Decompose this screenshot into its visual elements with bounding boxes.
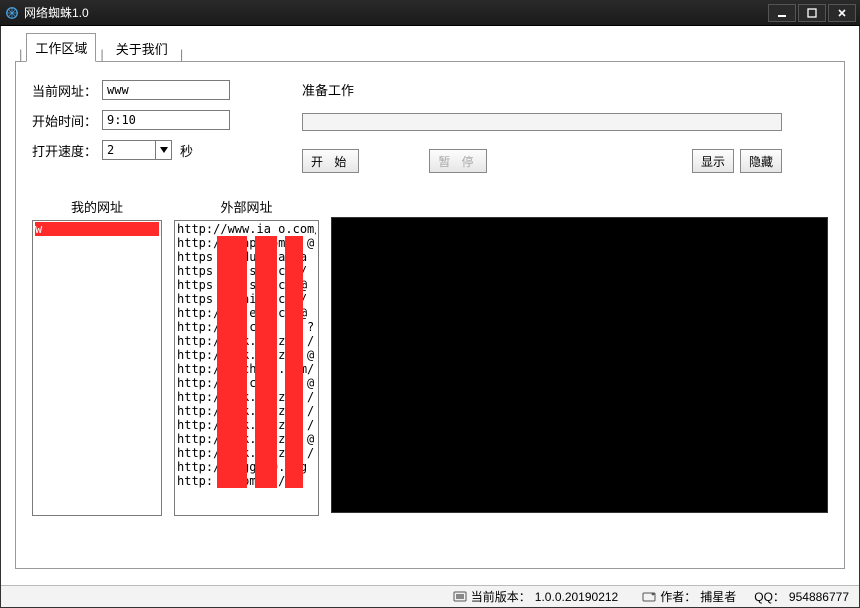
current-url-input[interactable] bbox=[102, 80, 230, 100]
list-item[interactable]: http://www.ia o.com/k bbox=[177, 222, 316, 236]
pause-button[interactable]: 暂 停 bbox=[429, 149, 486, 173]
lower-panel: 我的网址 w 外部网址 http://www.ia o.com/khttp:/ … bbox=[32, 197, 828, 516]
qq-label: QQ： bbox=[754, 588, 785, 605]
start-button[interactable]: 开 始 bbox=[302, 149, 359, 173]
tab-strip: | 工作区域 | 关于我们 | bbox=[15, 38, 845, 62]
show-button[interactable]: 显示 bbox=[692, 149, 734, 173]
author-label: 作者： bbox=[660, 588, 696, 605]
external-urls-listbox[interactable]: http://www.ia o.com/khttp:/ .iapo pm/l @… bbox=[174, 220, 319, 516]
chevron-down-icon[interactable] bbox=[155, 141, 171, 159]
author-value: 捕星者 bbox=[700, 588, 736, 605]
tab-about-us[interactable]: 关于我们 bbox=[108, 35, 176, 62]
control-buttons: 开 始 暂 停 显示 隐藏 bbox=[302, 149, 782, 173]
hide-button[interactable]: 隐藏 bbox=[740, 149, 782, 173]
upper-panel: 当前网址： 开始时间： 打开速度： 秒 bbox=[32, 80, 828, 173]
prep-panel: 准备工作 开 始 暂 停 显示 隐藏 bbox=[302, 80, 828, 173]
status-author: 作者：捕星者 QQ： 954886777 bbox=[642, 588, 849, 605]
client-area: | 工作区域 | 关于我们 | 当前网址： 开始时间： 打开速度： bbox=[0, 26, 860, 608]
start-time-label: 开始时间： bbox=[32, 111, 102, 130]
window-title: 网络蜘蛛1.0 bbox=[24, 4, 766, 21]
progress-bar bbox=[302, 113, 782, 131]
redaction-bar bbox=[217, 236, 247, 488]
my-urls-title: 我的网址 bbox=[71, 197, 123, 216]
tab-separator: | bbox=[176, 47, 187, 62]
url-label: 当前网址： bbox=[32, 81, 102, 100]
external-urls-title: 外部网址 bbox=[220, 197, 272, 216]
tab-body: 当前网址： 开始时间： 打开速度： 秒 bbox=[15, 61, 845, 569]
window-controls bbox=[766, 4, 856, 22]
tab-work-area[interactable]: 工作区域 bbox=[26, 33, 96, 62]
redaction-bar bbox=[285, 236, 303, 488]
settings-form: 当前网址： 开始时间： 打开速度： 秒 bbox=[32, 80, 272, 173]
start-time-input[interactable] bbox=[102, 110, 230, 130]
window-titlebar: 网络蜘蛛1.0 bbox=[0, 0, 860, 26]
status-bar: 当前版本： 1.0.0.20190212 作者：捕星者 QQ： 954886777 bbox=[1, 585, 859, 607]
redaction-bar bbox=[255, 236, 277, 488]
version-icon bbox=[453, 590, 467, 604]
my-urls-listbox[interactable]: w bbox=[32, 220, 162, 516]
author-icon bbox=[642, 590, 656, 604]
speed-suffix: 秒 bbox=[180, 141, 193, 160]
close-button[interactable] bbox=[828, 4, 856, 22]
open-speed-label: 打开速度： bbox=[32, 141, 102, 160]
status-version: 当前版本： 1.0.0.20190212 bbox=[453, 588, 618, 605]
qq-value: 954886777 bbox=[789, 590, 849, 604]
preview-pane bbox=[331, 217, 828, 513]
app-icon bbox=[4, 5, 20, 21]
tab-separator: | bbox=[96, 47, 107, 62]
prep-title: 准备工作 bbox=[302, 80, 828, 99]
open-speed-combobox[interactable] bbox=[102, 140, 172, 160]
minimize-button[interactable] bbox=[768, 4, 796, 22]
my-urls-column: 我的网址 w bbox=[32, 197, 162, 516]
maximize-button[interactable] bbox=[798, 4, 826, 22]
version-value: 1.0.0.20190212 bbox=[535, 590, 618, 604]
external-urls-column: 外部网址 http://www.ia o.com/khttp:/ .iapo p… bbox=[174, 197, 319, 516]
tab-separator: | bbox=[15, 47, 26, 62]
open-speed-value[interactable] bbox=[103, 143, 155, 157]
list-item[interactable]: w bbox=[35, 222, 159, 236]
version-label: 当前版本： bbox=[471, 588, 531, 605]
